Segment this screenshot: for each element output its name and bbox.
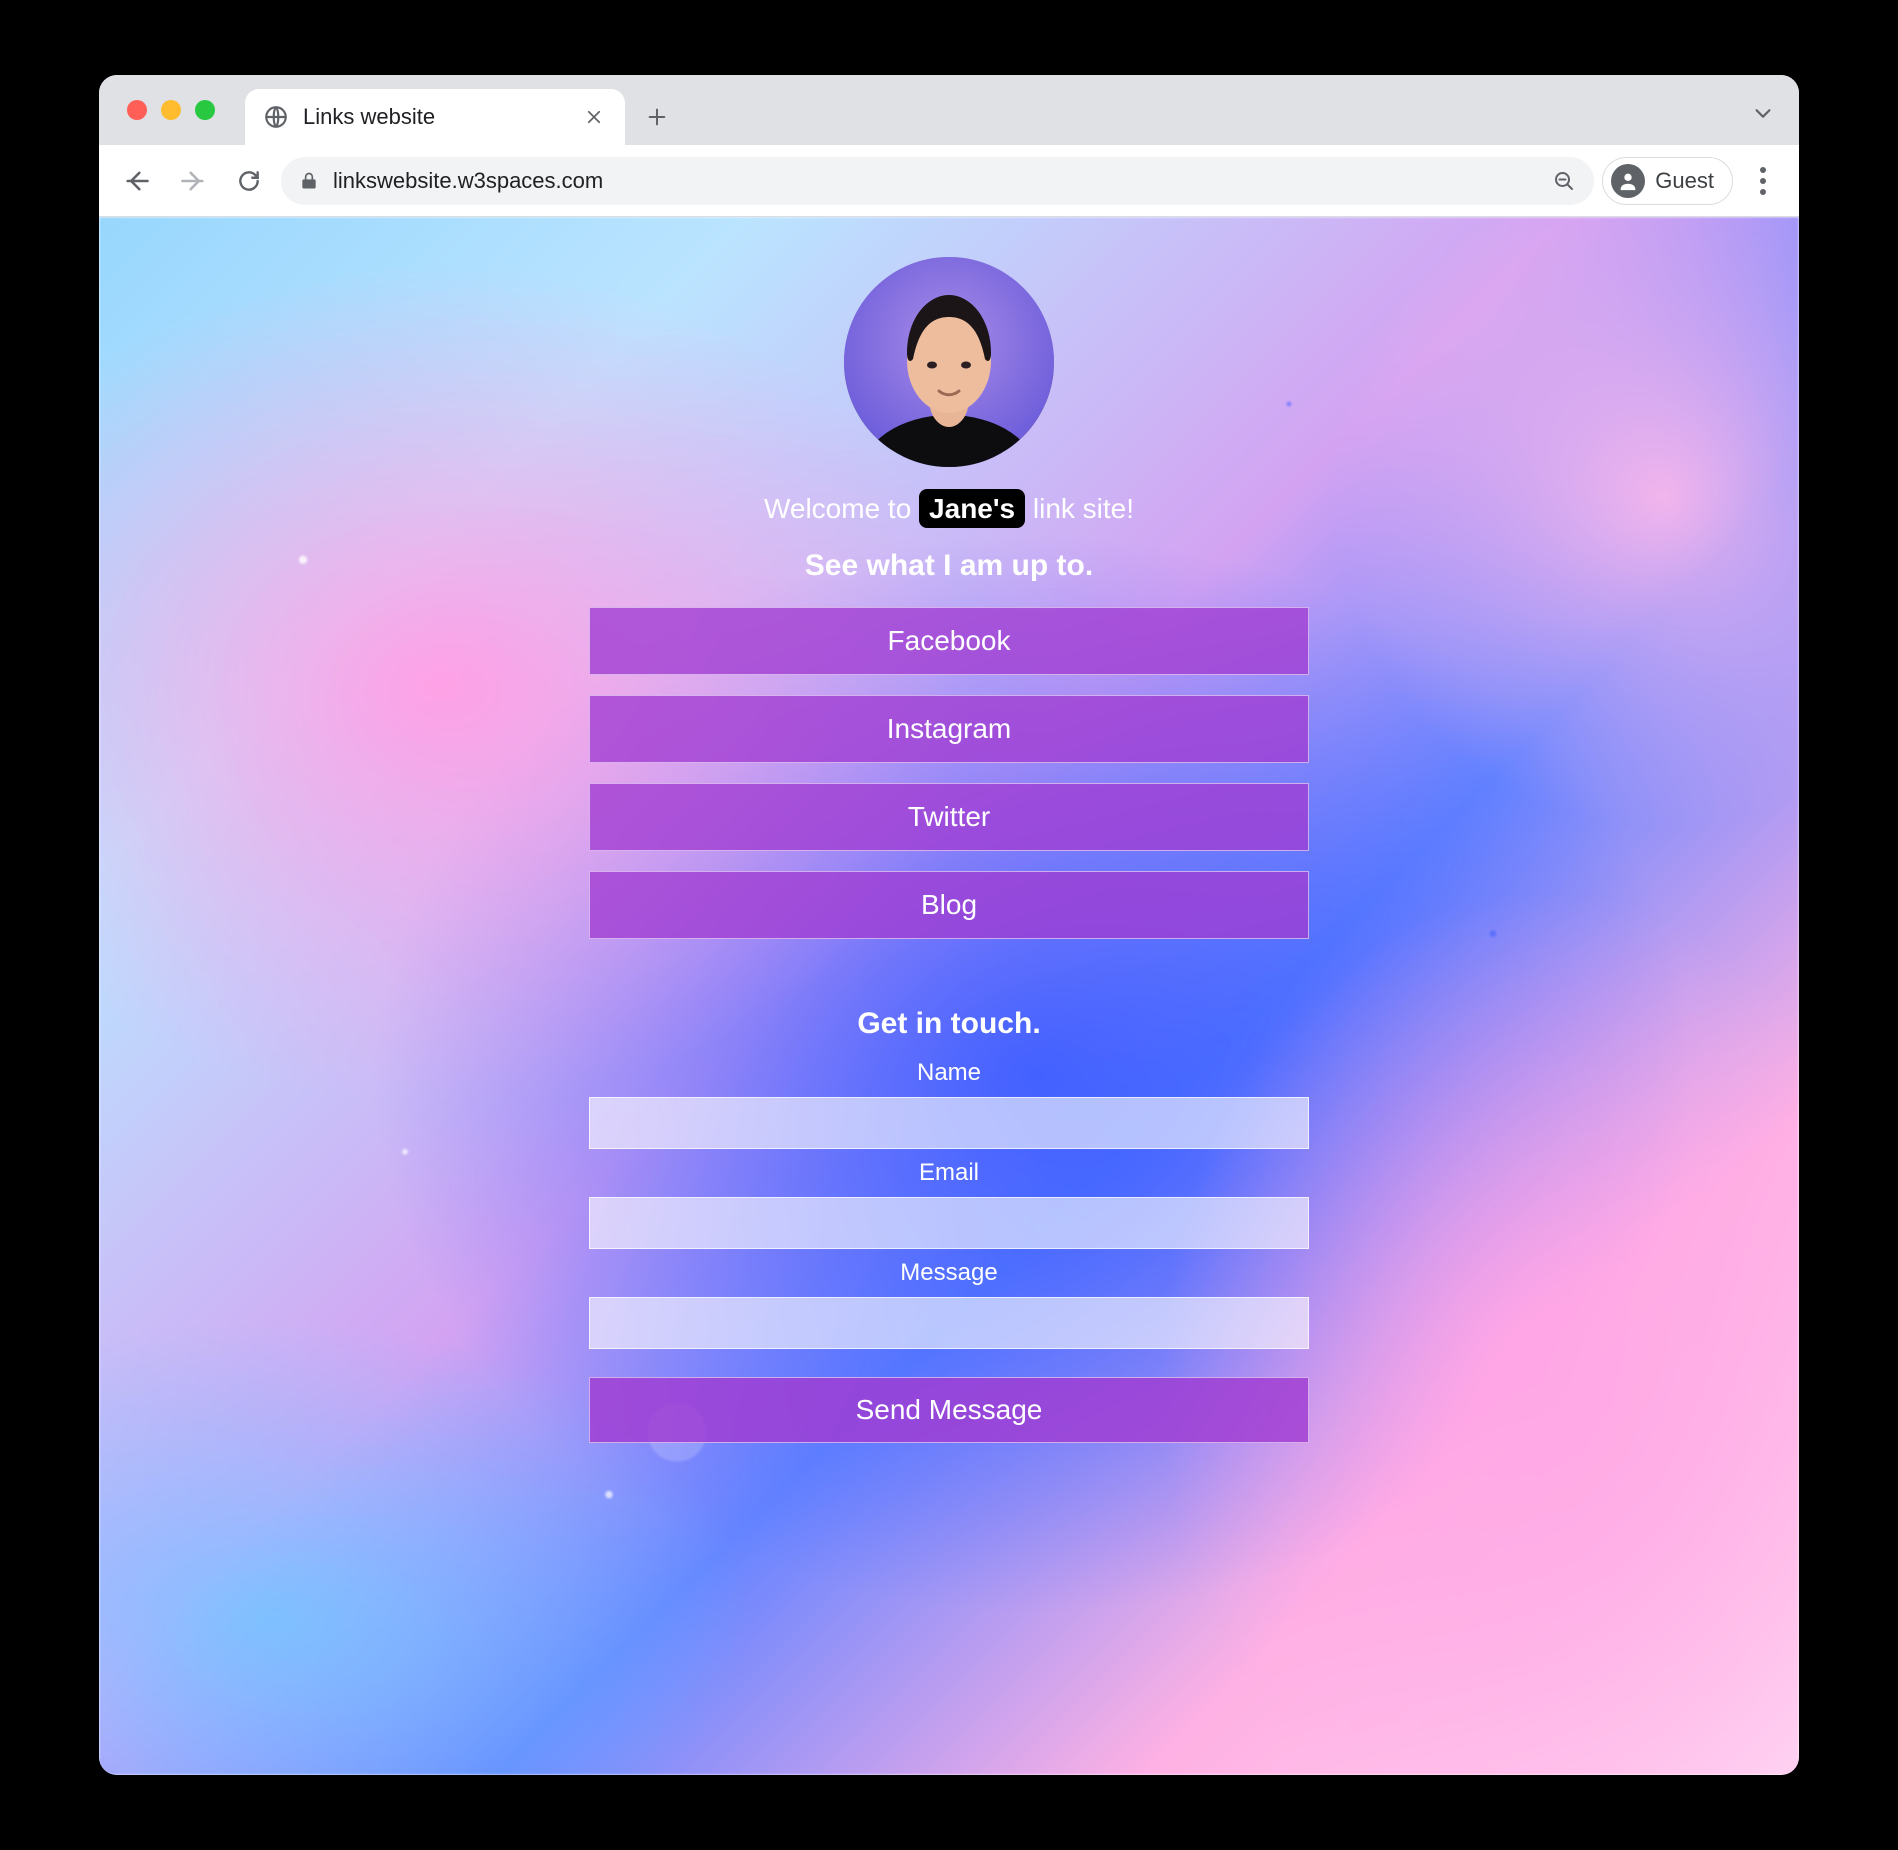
page-content: Welcome to Jane's link site! See what I … bbox=[99, 217, 1799, 1775]
nav-back-button[interactable] bbox=[113, 157, 161, 205]
subheading: See what I am up to. bbox=[805, 549, 1093, 583]
window-controls bbox=[113, 75, 223, 145]
welcome-suffix: link site! bbox=[1025, 493, 1134, 524]
message-label: Message bbox=[900, 1259, 997, 1287]
contact-heading: Get in touch. bbox=[857, 1007, 1040, 1041]
link-list: Facebook Instagram Twitter Blog bbox=[589, 607, 1309, 939]
send-message-button[interactable]: Send Message bbox=[589, 1377, 1309, 1443]
avatar bbox=[844, 257, 1054, 467]
browser-window: Links website linkswebsite.w3spaces.com bbox=[99, 75, 1799, 1775]
name-input[interactable] bbox=[589, 1097, 1309, 1149]
nav-reload-button[interactable] bbox=[225, 157, 273, 205]
page-viewport: Welcome to Jane's link site! See what I … bbox=[99, 217, 1799, 1775]
browser-menu-button[interactable] bbox=[1741, 159, 1785, 203]
link-twitter[interactable]: Twitter bbox=[589, 783, 1309, 851]
new-tab-button[interactable] bbox=[635, 95, 679, 139]
person-icon bbox=[1611, 164, 1645, 198]
nav-forward-button[interactable] bbox=[169, 157, 217, 205]
profile-chip[interactable]: Guest bbox=[1602, 157, 1733, 205]
browser-toolbar: linkswebsite.w3spaces.com Guest bbox=[99, 145, 1799, 217]
tab-close-button[interactable] bbox=[581, 104, 607, 130]
name-label: Name bbox=[917, 1059, 981, 1087]
address-bar[interactable]: linkswebsite.w3spaces.com bbox=[281, 157, 1594, 205]
tab-strip: Links website bbox=[99, 75, 1799, 145]
globe-icon bbox=[263, 104, 289, 130]
contact-form: Name Email Message Send Message bbox=[589, 1059, 1309, 1443]
link-blog[interactable]: Blog bbox=[589, 871, 1309, 939]
window-minimize-button[interactable] bbox=[161, 100, 181, 120]
message-input[interactable] bbox=[589, 1297, 1309, 1349]
window-maximize-button[interactable] bbox=[195, 100, 215, 120]
email-input[interactable] bbox=[589, 1197, 1309, 1249]
lock-icon bbox=[299, 171, 319, 191]
url-text: linkswebsite.w3spaces.com bbox=[333, 168, 1538, 194]
welcome-line: Welcome to Jane's link site! bbox=[764, 493, 1134, 525]
tab-title: Links website bbox=[303, 104, 435, 130]
window-close-button[interactable] bbox=[127, 100, 147, 120]
link-facebook[interactable]: Facebook bbox=[589, 607, 1309, 675]
welcome-prefix: Welcome to bbox=[764, 493, 919, 524]
browser-tab[interactable]: Links website bbox=[245, 89, 625, 145]
email-label: Email bbox=[919, 1159, 979, 1187]
profile-label: Guest bbox=[1655, 168, 1714, 194]
zoom-icon[interactable] bbox=[1552, 169, 1576, 193]
tabs-dropdown-button[interactable] bbox=[1741, 91, 1785, 135]
welcome-name: Jane's bbox=[919, 489, 1025, 528]
link-instagram[interactable]: Instagram bbox=[589, 695, 1309, 763]
